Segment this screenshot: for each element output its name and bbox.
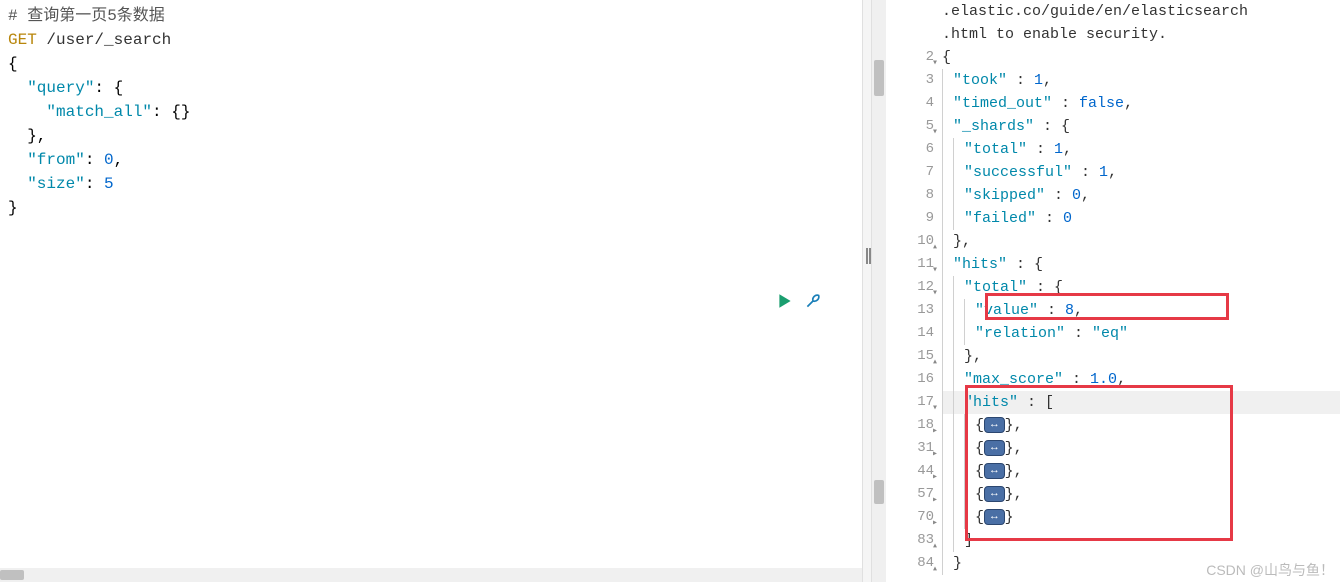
response-line: {↔}, [942,437,1340,460]
response-line: "timed_out" : false, [942,92,1340,115]
code-line: "from": 0, [8,148,854,172]
request-line: GET /user/_search [8,28,854,52]
panel-divider[interactable] [862,0,872,582]
response-line: ] [942,529,1340,552]
response-line: { [942,46,1340,69]
response-line: "value" : 8, [942,299,1340,322]
code-line: "query": { [8,76,854,100]
collapsed-icon[interactable]: ↔ [984,417,1005,433]
info-text: .html to enable security. [942,23,1340,46]
code-line: } [8,196,854,220]
code-line: "match_all": {} [8,100,854,124]
response-line: "_shards" : { [942,115,1340,138]
request-actions [776,292,822,315]
code-line: }, [8,124,854,148]
response-line: {↔}, [942,483,1340,506]
info-text: .elastic.co/guide/en/elasticsearch [942,0,1340,23]
response-line: }, [942,345,1340,368]
response-line: "successful" : 1, [942,161,1340,184]
collapsed-icon[interactable]: ↔ [984,463,1005,479]
response-line: {↔}, [942,460,1340,483]
response-line: "skipped" : 0, [942,184,1340,207]
line-gutter: 2▾345▾678910▴11▾12▾131415▴1617▾18▸31▸44▸… [886,0,942,582]
wrench-icon[interactable] [804,292,822,315]
response-line: "hits" : { [942,253,1340,276]
response-line: "total" : { [942,276,1340,299]
response-line: "failed" : 0 [942,207,1340,230]
attribution: CSDN @山鸟与鱼！ [1206,560,1334,580]
comment-line: # 查询第一页5条数据 [8,4,854,28]
response-line: "hits" : [ [942,391,1340,414]
code-line: "size": 5 [8,172,854,196]
response-line: "took" : 1, [942,69,1340,92]
response-line: }, [942,230,1340,253]
code-line: { [8,52,854,76]
response-scrollbar[interactable] [872,0,886,582]
collapsed-icon[interactable]: ↔ [984,486,1005,502]
response-code[interactable]: .elastic.co/guide/en/elasticsearch .html… [942,0,1340,582]
response-line: {↔} [942,506,1340,529]
response-line: "relation" : "eq" [942,322,1340,345]
response-line: "max_score" : 1.0, [942,368,1340,391]
response-viewer: 2▾345▾678910▴11▾12▾131415▴1617▾18▸31▸44▸… [872,0,1340,582]
response-line: {↔}, [942,414,1340,437]
collapsed-icon[interactable]: ↔ [984,509,1005,525]
response-line: "total" : 1, [942,138,1340,161]
horizontal-scrollbar[interactable] [0,568,862,582]
play-icon[interactable] [776,292,794,315]
collapsed-icon[interactable]: ↔ [984,440,1005,456]
request-editor[interactable]: # 查询第一页5条数据 GET /user/_search { "query":… [0,0,862,582]
